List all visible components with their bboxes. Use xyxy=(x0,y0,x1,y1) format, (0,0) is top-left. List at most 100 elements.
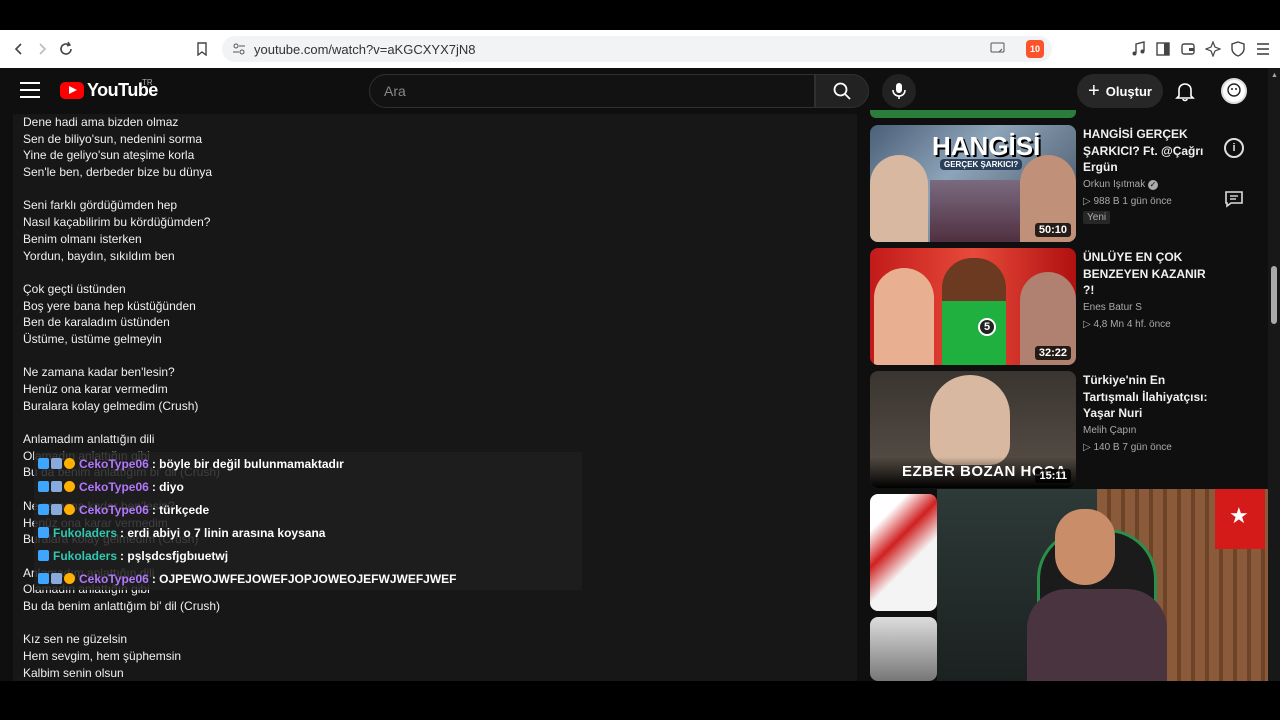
chat-text: : erdi abiyi o 7 linin arasına koysana xyxy=(120,525,326,540)
microphone-icon xyxy=(892,83,906,99)
chat-username[interactable]: Fukoladers xyxy=(53,549,117,563)
chat-message: CekoType06: diyo xyxy=(34,475,582,498)
chat-badge-icon xyxy=(51,458,62,469)
chat-username[interactable]: CekoType06 xyxy=(79,503,149,517)
video-thumbnail[interactable]: HANGİSİ GERÇEK ŞARKICI? 50:10 xyxy=(870,125,1076,242)
thumb-person-center xyxy=(942,258,1006,365)
thumb-person-center xyxy=(930,375,1010,465)
chat-badge-icon xyxy=(38,458,49,469)
video-thumbnail[interactable]: EZBER BOZAN HOCA 15:11 xyxy=(870,371,1076,488)
channel-name[interactable]: Melih Çapın xyxy=(1083,425,1208,436)
chat-text: : türkçede xyxy=(151,502,210,517)
chat-badges xyxy=(38,504,75,515)
hamburger-menu-icon[interactable] xyxy=(20,82,40,98)
video-title[interactable]: Türkiye'nin En Tartışmalı İlahiyatçısı: … xyxy=(1083,372,1208,422)
video-thumbnail[interactable]: 5 32:22 xyxy=(870,248,1076,365)
lyric-line: Ben de karaladım üstünden xyxy=(23,315,170,330)
leo-ai-icon[interactable] xyxy=(1200,36,1226,62)
lyric-line: Anlamadım anlattığın dili xyxy=(23,432,155,447)
address-bar[interactable]: youtube.com/watch?v=aKGCXYX7jN8 10 xyxy=(222,36,1052,62)
chat-username[interactable]: Fukoladers xyxy=(53,526,117,540)
lyric-line: Yine de geliyo'sun ateşime korla xyxy=(23,148,195,163)
chat-username[interactable]: CekoType06 xyxy=(79,457,149,471)
notifications-bell-icon[interactable] xyxy=(1174,80,1196,102)
chat-badge-icon xyxy=(51,573,62,584)
wallet-icon[interactable] xyxy=(1175,36,1201,62)
chat-badges xyxy=(38,458,75,469)
sidebar-icon[interactable] xyxy=(1150,36,1176,62)
chat-username[interactable]: CekoType06 xyxy=(79,572,149,586)
thumb-title-text: HANGİSİ xyxy=(932,131,1041,161)
lyric-line: Bu da benim anlattığım bi' dil (Crush) xyxy=(23,598,221,613)
site-settings-icon[interactable] xyxy=(232,42,246,59)
lyric-line xyxy=(23,414,220,431)
video-info[interactable]: Türkiye'nin En Tartışmalı İlahiyatçısı: … xyxy=(1083,372,1208,453)
cast-icon[interactable] xyxy=(990,41,1006,58)
video-meta: ▷ 988 B 1 gün önce xyxy=(1083,196,1172,208)
info-icon[interactable]: i xyxy=(1224,138,1244,158)
chat-message: CekoType06: OJPEWOJWFEJOWEFJOPJOWEOJEFWJ… xyxy=(34,567,582,590)
channel-name[interactable]: Enes Batur S xyxy=(1083,302,1208,313)
chat-badges xyxy=(38,550,49,561)
channel-name[interactable]: Orkun Işıtmak ✓ xyxy=(1083,179,1208,191)
scrollbar-thumb[interactable] xyxy=(1271,266,1277,324)
forward-icon[interactable] xyxy=(29,36,55,62)
turkish-flag: ★ xyxy=(1215,489,1265,549)
chat-badge-icon xyxy=(38,504,49,515)
lyric-line: Sen'le ben, derbeder bize bu dünya xyxy=(23,165,213,180)
thumb-person-left xyxy=(874,268,934,365)
search-button[interactable] xyxy=(815,74,869,108)
video-title[interactable]: HANGİSİ GERÇEK ŞARKICI? Ft. @Çağrı Ergün xyxy=(1083,126,1208,176)
lyric-line xyxy=(23,348,220,365)
lyrics-list: Dene hadi ama bizden olmaz Sen de biliyo'… xyxy=(23,114,220,681)
create-label: Oluştur xyxy=(1105,83,1152,99)
chat-text: : diyo xyxy=(151,479,184,494)
chat-badges xyxy=(38,527,49,538)
bookmark-icon[interactable] xyxy=(189,36,215,62)
scroll-up-icon[interactable]: ▲ xyxy=(1271,72,1278,79)
chat-icon[interactable] xyxy=(1224,190,1244,208)
brave-shield-icon[interactable]: 10 xyxy=(1026,40,1044,58)
chat-badge-icon xyxy=(38,527,49,538)
chat-text: : OJPEWOJWFEJOWEFJOPJOWEOJEFWJWEFJWEF xyxy=(151,571,457,586)
video-info[interactable]: ÜNLÜYE EN ÇOK BENZEYEN KAZANIR ?! Enes B… xyxy=(1083,249,1208,330)
search-input[interactable] xyxy=(370,75,814,107)
video-info[interactable]: HANGİSİ GERÇEK ŞARKICI? Ft. @Çağrı Ergün… xyxy=(1083,126,1208,225)
chat-text: : pşlşdcsfjgbıuetwj xyxy=(120,548,229,563)
create-button[interactable]: + Oluştur xyxy=(1077,74,1163,108)
video-title[interactable]: ÜNLÜYE EN ÇOK BENZEYEN KAZANIR ?! xyxy=(1083,249,1208,299)
stream-chat-overlay: CekoType06: böyle bir değil bulunmamakta… xyxy=(34,452,582,590)
lyric-line: Yordun, baydın, sıkıldım ben xyxy=(23,248,175,263)
lyric-line xyxy=(23,264,220,281)
verified-icon: ✓ xyxy=(1148,180,1159,191)
media-icon[interactable] xyxy=(1126,36,1152,62)
thumb-number-badge: 5 xyxy=(978,318,996,336)
video-thumbnail[interactable] xyxy=(870,617,937,681)
chat-badges xyxy=(38,481,75,492)
search-box[interactable] xyxy=(369,74,815,108)
streamer-shirt xyxy=(1027,589,1167,681)
vpn-icon[interactable] xyxy=(1225,36,1251,62)
country-code: TR xyxy=(142,78,153,87)
chat-username[interactable]: CekoType06 xyxy=(79,480,149,494)
reload-icon[interactable] xyxy=(53,36,79,62)
lyric-line: Henüz ona karar vermedim xyxy=(23,382,168,396)
lyric-line: Hem sevgim, hem şüphemsin xyxy=(23,649,182,663)
lyric-line: Boş yere bana hep küstüğünden xyxy=(23,298,196,313)
chat-badges xyxy=(38,573,75,584)
lyric-line: Dene hadi ama bizden olmaz xyxy=(23,115,179,129)
video-duration: 15:11 xyxy=(1035,469,1071,483)
youtube-logo[interactable]: YouTube TR xyxy=(60,78,158,101)
voice-search-button[interactable] xyxy=(882,74,916,108)
browser-menu-icon[interactable] xyxy=(1250,36,1276,62)
account-avatar[interactable] xyxy=(1221,78,1247,104)
video-meta: ▷ 140 B 7 gün önce xyxy=(1083,442,1172,454)
page-scrollbar[interactable]: ▲ xyxy=(1268,68,1280,681)
screen-bottom-bar xyxy=(0,681,1280,720)
lyric-line: Buralara kolay gelmedim (Crush) xyxy=(23,398,199,413)
brave-count: 10 xyxy=(1029,44,1040,54)
video-duration: 50:10 xyxy=(1034,223,1071,237)
youtube-app: YouTube TR + Oluştur Dene hadi ama bizde… xyxy=(0,68,1280,681)
url-text: youtube.com/watch?v=aKGCXYX7jN8 xyxy=(254,41,476,57)
video-thumbnail[interactable] xyxy=(870,494,937,611)
